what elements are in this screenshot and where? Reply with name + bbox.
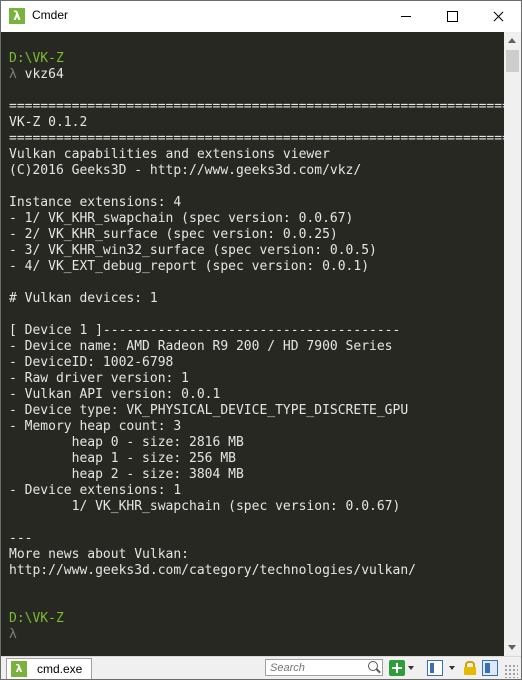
vertical-scrollbar[interactable]	[504, 32, 521, 656]
search-input[interactable]	[265, 659, 383, 676]
minimize-button[interactable]	[383, 1, 429, 32]
prompt-path: D:\VK-Z	[9, 611, 64, 626]
scroll-down-arrow-icon[interactable]	[504, 639, 521, 656]
console-tab-cmd[interactable]: λ cmd.exe	[6, 658, 92, 679]
console-line: ========================================…	[9, 99, 504, 114]
console-line: - 3/ VK_KHR_win32_surface (spec version:…	[9, 243, 377, 258]
console-output: D:\VK-Z λ vkz64 ==========================…	[9, 51, 504, 643]
console-line: ========================================…	[9, 131, 504, 146]
maximize-button[interactable]	[429, 1, 475, 32]
lock-icon[interactable]	[462, 660, 478, 676]
window-title: Cmder	[32, 8, 69, 22]
console-line: (C)2016 Geeks3D - http://www.geeks3d.com…	[9, 163, 362, 178]
console-line: Vulkan capabilities and extensions viewe…	[9, 147, 330, 162]
scroll-thumb[interactable]	[506, 50, 519, 72]
tab-label: cmd.exe	[37, 662, 83, 676]
console-line: ---	[9, 531, 33, 546]
console-line: - 1/ VK_KHR_swapchain (spec version: 0.0…	[9, 211, 354, 226]
console-line: # Vulkan devices: 1	[9, 291, 158, 306]
prompt-path: D:\VK-Z	[9, 51, 64, 66]
prompt-line: λ	[9, 627, 17, 642]
console-line: heap 1 - size: 256 MB	[9, 451, 236, 466]
cmder-window: λ Cmder D:\VK-Z λ vkz64 ==================…	[0, 0, 522, 680]
console-line: Instance extensions: 4	[9, 195, 182, 210]
console-line: More news about Vulkan:	[9, 547, 190, 562]
split-view-icon[interactable]	[482, 660, 498, 676]
cmder-lambda-icon[interactable]: λ	[9, 8, 25, 24]
console-line: - Memory heap count: 3	[9, 419, 182, 434]
close-button[interactable]	[475, 1, 521, 32]
console-line: - Device name: AMD Radeon R9 200 / HD 79…	[9, 339, 393, 354]
console-line: - 2/ VK_KHR_surface (spec version: 0.0.2…	[9, 227, 338, 242]
console-line: [ Device 1 ]----------------------------…	[9, 323, 401, 338]
console-line: - Device type: VK_PHYSICAL_DEVICE_TYPE_D…	[9, 403, 409, 418]
title-bar[interactable]: λ Cmder	[1, 1, 521, 32]
status-bar: λ cmd.exe	[1, 656, 521, 679]
console-area[interactable]: D:\VK-Z λ vkz64 ==========================…	[1, 32, 504, 656]
console-line: - Raw driver version: 1	[9, 371, 190, 386]
console-line: http://www.geeks3d.com/category/technolo…	[9, 563, 416, 578]
search-icon[interactable]	[368, 661, 378, 671]
tabs-list-icon[interactable]	[427, 660, 443, 676]
cmder-lambda-icon: λ	[11, 661, 27, 677]
resize-grip-icon[interactable]	[504, 664, 518, 678]
console-line: - Vulkan API version: 0.0.1	[9, 387, 221, 402]
console-line: 1/ VK_KHR_swapchain (spec version: 0.0.6…	[9, 499, 401, 514]
prompt-line: λ vkz64	[9, 67, 64, 82]
console-line: - Device extensions: 1	[9, 483, 182, 498]
new-console-plus-icon[interactable]	[389, 660, 405, 676]
console-line: heap 0 - size: 2816 MB	[9, 435, 244, 450]
scroll-up-arrow-icon[interactable]	[504, 32, 521, 49]
console-line: - DeviceID: 1002-6798	[9, 355, 174, 370]
chevron-down-icon[interactable]	[408, 666, 414, 670]
console-line: VK-Z 0.1.2	[9, 115, 88, 130]
console-line: - 4/ VK_EXT_debug_report (spec version: …	[9, 259, 370, 274]
console-line: heap 2 - size: 3804 MB	[9, 467, 244, 482]
chevron-down-icon[interactable]	[449, 666, 455, 670]
